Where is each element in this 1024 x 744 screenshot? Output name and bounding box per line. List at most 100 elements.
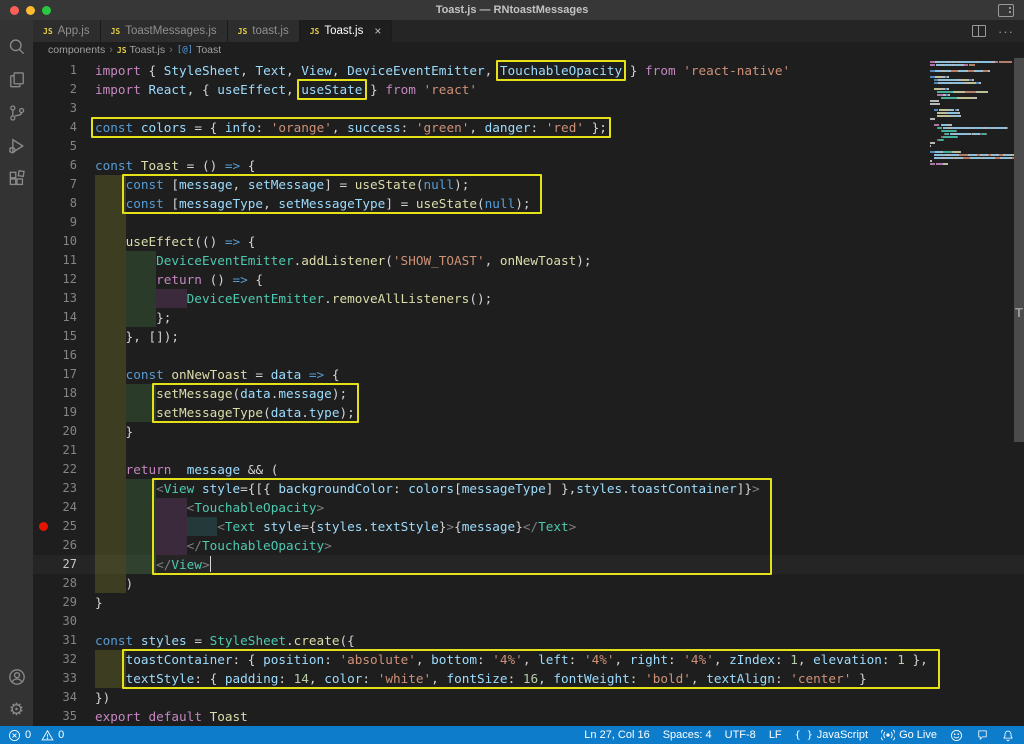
code-line[interactable]: 1import { StyleSheet, Text, View, Device… bbox=[33, 61, 1024, 80]
code-line[interactable]: 6const Toast = () => { bbox=[33, 156, 1024, 175]
status-ln-27-col-16[interactable]: Ln 27, Col 16 bbox=[584, 729, 649, 741]
code-line[interactable]: 17 const onNewToast = data => { bbox=[33, 365, 1024, 384]
split-editor-icon[interactable] bbox=[972, 25, 986, 37]
status-warning-0[interactable]: 0 bbox=[41, 729, 64, 742]
code-text: setMessage(data.message); bbox=[95, 384, 347, 403]
code-line[interactable]: 16 bbox=[33, 346, 1024, 365]
code-line[interactable]: 24 <TouchableOpacity> bbox=[33, 498, 1024, 517]
code-line[interactable]: 21 bbox=[33, 441, 1024, 460]
code-line[interactable]: 32 toastContainer: { position: 'absolute… bbox=[33, 650, 1024, 669]
code-text: }; bbox=[95, 308, 171, 327]
line-number: 14 bbox=[33, 308, 77, 327]
breadcrumb[interactable]: components›JSToast.js›[@]Toast bbox=[33, 42, 1024, 58]
status-label: Ln 27, Col 16 bbox=[584, 729, 649, 741]
tab-toast-js[interactable]: JStoast.js bbox=[228, 20, 300, 42]
code-line[interactable]: 4 const colors = { info: 'orange', succes… bbox=[33, 118, 1024, 137]
search-icon[interactable] bbox=[0, 30, 33, 63]
code-line[interactable]: 23 <View style={[{ backgroundColor: colo… bbox=[33, 479, 1024, 498]
code-text: import React, { useEffect, useState } fr… bbox=[95, 80, 477, 99]
line-number: 22 bbox=[33, 460, 77, 479]
code-text: const [message, setMessage] = useState(n… bbox=[95, 175, 469, 194]
settings-icon[interactable]: ⚙ bbox=[0, 693, 33, 726]
code-line[interactable]: 10 useEffect(() => { bbox=[33, 232, 1024, 251]
code-line[interactable]: 14 }; bbox=[33, 308, 1024, 327]
code-line[interactable]: 7 const [message, setMessage] = useState… bbox=[33, 175, 1024, 194]
tab-app-js[interactable]: JSApp.js bbox=[33, 20, 101, 42]
line-number: 25 bbox=[33, 517, 77, 536]
code-text: export default Toast bbox=[95, 707, 248, 726]
code-line[interactable]: 27 </View> bbox=[33, 555, 1024, 574]
source-control-icon[interactable] bbox=[0, 96, 33, 129]
line-number: 11 bbox=[33, 251, 77, 270]
code-text: }, []); bbox=[95, 327, 179, 346]
status-error-0[interactable]: 0 bbox=[8, 729, 31, 742]
bell-icon bbox=[1002, 729, 1014, 742]
code-text: setMessageType(data.type); bbox=[95, 403, 355, 422]
status-spaces-4[interactable]: Spaces: 4 bbox=[663, 729, 712, 741]
extensions-icon[interactable] bbox=[0, 162, 33, 195]
indent-guide bbox=[95, 213, 126, 232]
close-tab-icon[interactable]: × bbox=[374, 25, 381, 37]
breadcrumb-item[interactable]: JSToast.js bbox=[117, 44, 165, 56]
status-utf-8[interactable]: UTF-8 bbox=[725, 729, 756, 741]
status-feedback-icon[interactable] bbox=[976, 729, 989, 741]
window-controls[interactable] bbox=[10, 6, 51, 15]
status-bell-icon[interactable] bbox=[1002, 729, 1014, 742]
status-broadcast-go-live[interactable]: Go Live bbox=[881, 729, 937, 741]
line-number: 4 bbox=[33, 118, 77, 137]
customize-layout-icon[interactable] bbox=[998, 4, 1014, 17]
breadcrumb-item[interactable]: [@]Toast bbox=[177, 44, 221, 56]
code-line[interactable]: 33 textStyle: { padding: 14, color: 'whi… bbox=[33, 669, 1024, 688]
code-line[interactable]: 9 bbox=[33, 213, 1024, 232]
code-line[interactable]: 12 return () => { bbox=[33, 270, 1024, 289]
code-line[interactable]: 28 ) bbox=[33, 574, 1024, 593]
more-actions-icon[interactable]: ··· bbox=[998, 24, 1014, 39]
code-line[interactable]: 2import React, { useEffect, useState } f… bbox=[33, 80, 1024, 99]
tab-toastmessages-js[interactable]: JSToastMessages.js bbox=[101, 20, 228, 42]
code-editor[interactable]: 1import { StyleSheet, Text, View, Device… bbox=[33, 58, 1024, 726]
code-line[interactable]: 18 setMessage(data.message); bbox=[33, 384, 1024, 403]
code-line[interactable]: 29} bbox=[33, 593, 1024, 612]
code-line[interactable]: 5 bbox=[33, 137, 1024, 156]
code-line[interactable]: 35export default Toast bbox=[33, 707, 1024, 726]
minimap-line bbox=[930, 162, 1014, 165]
code-line[interactable]: 20 } bbox=[33, 422, 1024, 441]
code-line[interactable]: 25 <Text style={styles.textStyle}>{messa… bbox=[33, 517, 1024, 536]
run-debug-icon[interactable] bbox=[0, 129, 33, 162]
status-label: UTF-8 bbox=[725, 729, 756, 741]
code-line[interactable]: 11 DeviceEventEmitter.addListener('SHOW_… bbox=[33, 251, 1024, 270]
account-icon[interactable] bbox=[0, 660, 33, 693]
minimap[interactable] bbox=[930, 60, 1014, 165]
code-text: const colors = { info: 'orange', success… bbox=[95, 118, 607, 137]
code-line[interactable]: 22 return message && ( bbox=[33, 460, 1024, 479]
code-line[interactable]: 13 DeviceEventEmitter.removeAllListeners… bbox=[33, 289, 1024, 308]
code-line[interactable]: 30 bbox=[33, 612, 1024, 631]
breadcrumb-item[interactable]: components bbox=[48, 44, 105, 56]
scrollbar[interactable] bbox=[1014, 58, 1024, 442]
code-line[interactable]: 34}) bbox=[33, 688, 1024, 707]
line-number: 31 bbox=[33, 631, 77, 650]
scrollbar-label: T bbox=[1014, 305, 1024, 320]
status-label: 0 bbox=[58, 729, 64, 741]
status-smiley-icon[interactable] bbox=[950, 729, 963, 742]
activity-bar: ⚙ bbox=[0, 20, 33, 726]
close-window-button[interactable] bbox=[10, 6, 19, 15]
code-line[interactable]: 15 }, []); bbox=[33, 327, 1024, 346]
code-line[interactable]: 26 </TouchableOpacity> bbox=[33, 536, 1024, 555]
status-lf[interactable]: LF bbox=[769, 729, 782, 741]
line-number: 34 bbox=[33, 688, 77, 707]
tab-toast-js[interactable]: JSToast.js× bbox=[300, 20, 393, 42]
status-braces-javascript[interactable]: { }JavaScript bbox=[795, 729, 868, 741]
code-text: useEffect(() => { bbox=[95, 232, 255, 251]
code-line[interactable]: 3 bbox=[33, 99, 1024, 118]
code-line[interactable]: 19 setMessageType(data.type); bbox=[33, 403, 1024, 422]
code-line[interactable]: 8 const [messageType, setMessageType] = … bbox=[33, 194, 1024, 213]
files-icon[interactable] bbox=[0, 63, 33, 96]
breadcrumb-label: Toast bbox=[196, 44, 221, 56]
broadcast-icon bbox=[881, 729, 895, 741]
breadcrumb-separator: › bbox=[109, 44, 113, 56]
minimize-window-button[interactable] bbox=[26, 6, 35, 15]
code-line[interactable]: 31const styles = StyleSheet.create({ bbox=[33, 631, 1024, 650]
line-number: 18 bbox=[33, 384, 77, 403]
maximize-window-button[interactable] bbox=[42, 6, 51, 15]
